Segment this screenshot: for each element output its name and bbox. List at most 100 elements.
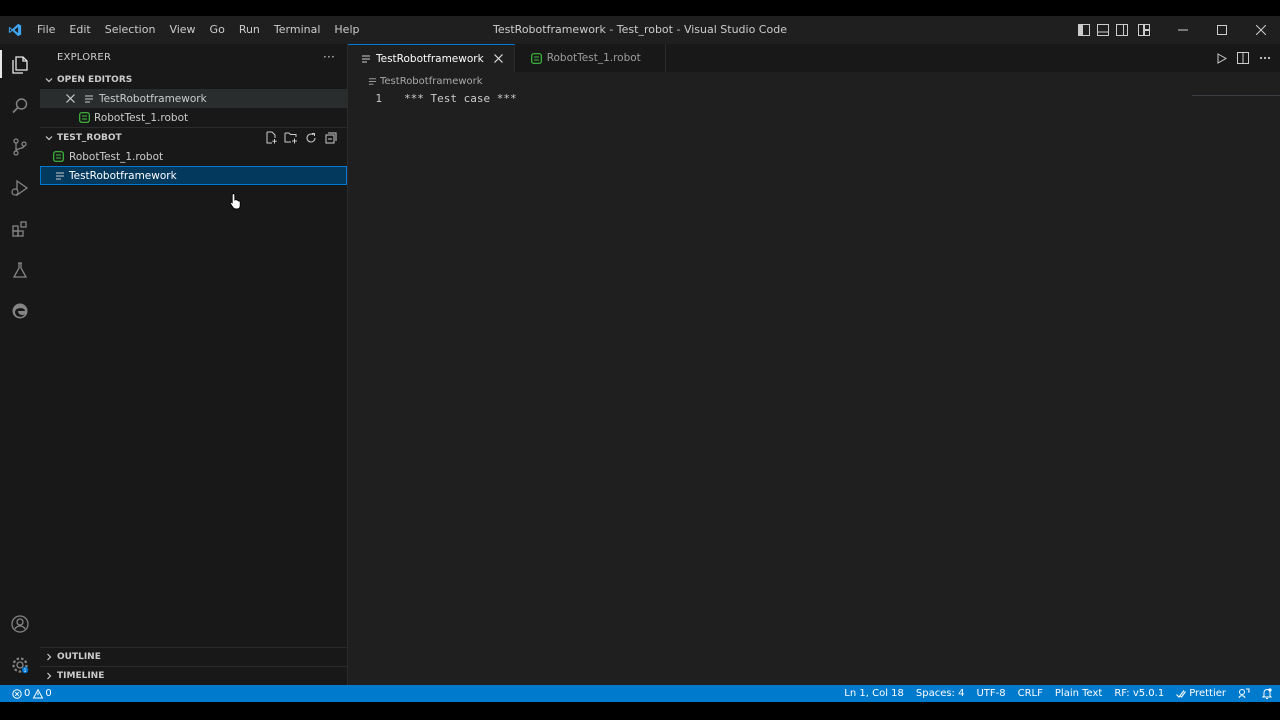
explorer-header: EXPLORER ··· [40, 44, 347, 70]
robot-file-icon [50, 149, 66, 165]
tab-robottest-1[interactable]: RobotTest_1.robot [514, 44, 666, 72]
open-editor-item[interactable]: RobotTest_1.robot [40, 108, 347, 127]
refresh-icon[interactable] [301, 129, 321, 146]
tab-testrobotframework[interactable]: TestRobotframework [348, 44, 515, 72]
search-icon[interactable] [0, 85, 40, 126]
menu-view[interactable]: View [162, 16, 202, 44]
source-control-icon[interactable] [0, 126, 40, 167]
folder-section-header[interactable]: TEST_ROBOT [40, 128, 347, 147]
accounts-icon[interactable] [0, 603, 40, 644]
open-editor-label: TestRobotframework [99, 92, 207, 105]
folder-title: TEST_ROBOT [57, 132, 122, 143]
menu-edit[interactable]: Edit [62, 16, 97, 44]
menu-run[interactable]: Run [232, 16, 267, 44]
minimap[interactable] [1192, 95, 1280, 96]
explorer-icon[interactable] [0, 44, 40, 85]
warning-icon [33, 688, 44, 698]
lines-file-icon [366, 73, 378, 89]
toggle-primary-sidebar-icon[interactable] [1074, 16, 1093, 44]
robot-file-icon [529, 50, 545, 66]
prettier-label: Prettier [1189, 688, 1226, 699]
outline-title: OUTLINE [57, 652, 101, 662]
testing-flask-icon[interactable] [0, 249, 40, 290]
warning-count: 0 [45, 688, 52, 699]
open-editors-section-header[interactable]: OPEN EDITORS [40, 70, 347, 89]
tab-label: RobotTest_1.robot [546, 52, 641, 64]
explorer-sidebar: EXPLORER ··· OPEN EDITORS TestRobotframe… [40, 44, 348, 685]
robot-framework-version[interactable]: RF: v5.0.1 [1108, 685, 1170, 702]
explorer-title: EXPLORER [57, 51, 112, 63]
end-of-line[interactable]: CRLF [1012, 685, 1049, 702]
folder-actions [261, 129, 341, 146]
breadcrumb-file[interactable]: TestRobotframework [380, 76, 483, 87]
customize-layout-icon[interactable] [1131, 16, 1157, 44]
double-check-icon [1176, 689, 1187, 698]
toggle-panel-icon[interactable] [1093, 16, 1112, 44]
toggle-secondary-sidebar-icon[interactable] [1112, 16, 1131, 44]
language-mode[interactable]: Plain Text [1049, 685, 1108, 702]
edge-devtools-icon[interactable] [0, 290, 40, 331]
title-bar: File Edit Selection View Go Run Terminal… [0, 16, 1280, 44]
lines-file-icon [358, 51, 374, 67]
new-file-icon[interactable] [261, 129, 281, 146]
menu-terminal[interactable]: Terminal [267, 16, 328, 44]
chevron-down-icon [40, 76, 57, 84]
prettier-status[interactable]: Prettier [1170, 685, 1232, 702]
chevron-right-icon [40, 653, 57, 661]
editor-area: TestRobotframework RobotTest_1.robot Tes… [348, 44, 1280, 685]
collapse-all-icon[interactable] [321, 129, 341, 146]
chevron-down-icon [40, 134, 57, 142]
indentation[interactable]: Spaces: 4 [910, 685, 971, 702]
timeline-section-header[interactable]: TIMELINE [40, 666, 347, 685]
more-actions-icon[interactable] [1254, 47, 1276, 69]
notifications-bell-icon[interactable] [1256, 685, 1280, 702]
status-right: Ln 1, Col 18 Spaces: 4 UTF-8 CRLF Plain … [838, 685, 1280, 702]
vscode-logo-icon [0, 16, 30, 44]
breadcrumb[interactable]: TestRobotframework [348, 72, 1280, 90]
activity-bar: 1 [0, 44, 40, 685]
menu-file[interactable]: File [30, 16, 62, 44]
editor-actions [1210, 44, 1280, 72]
editor-tabs: TestRobotframework RobotTest_1.robot [348, 44, 1280, 72]
menu-bar: File Edit Selection View Go Run Terminal… [30, 16, 366, 44]
maximize-icon[interactable] [1202, 16, 1241, 44]
menu-go[interactable]: Go [203, 16, 232, 44]
split-editor-icon[interactable] [1232, 47, 1254, 69]
extensions-icon[interactable] [0, 208, 40, 249]
title-bar-controls [1074, 16, 1280, 44]
outline-section-header[interactable]: OUTLINE [40, 647, 347, 666]
menu-help[interactable]: Help [327, 16, 366, 44]
feedback-icon[interactable] [1232, 685, 1256, 702]
problems-indicator[interactable]: 0 0 [10, 685, 54, 702]
encoding[interactable]: UTF-8 [970, 685, 1011, 702]
manage-gear-icon[interactable]: 1 [0, 644, 40, 685]
tab-label: TestRobotframework [376, 52, 484, 65]
vscode-window: File Edit Selection View Go Run Terminal… [0, 16, 1280, 702]
open-editor-item[interactable]: TestRobotframework [40, 89, 347, 108]
status-left: 0 0 [0, 685, 54, 702]
line-number: 1 [375, 91, 382, 105]
close-tab-icon[interactable] [492, 52, 506, 66]
line-text: *** Test case *** [404, 91, 517, 105]
error-icon [12, 688, 22, 699]
code-editor[interactable]: 1 *** Test case *** [348, 90, 1280, 650]
chevron-right-icon [40, 672, 57, 680]
new-folder-icon[interactable] [281, 129, 301, 146]
cursor-position[interactable]: Ln 1, Col 18 [838, 685, 910, 702]
svg-text:1: 1 [24, 668, 27, 674]
sidebar-bottom-sections: OUTLINE TIMELINE [40, 647, 347, 685]
file-tree-item[interactable]: RobotTest_1.robot [40, 147, 347, 166]
menu-selection[interactable]: Selection [98, 16, 163, 44]
error-count: 0 [24, 688, 31, 699]
lines-file-icon [81, 91, 97, 107]
code-line: 1 *** Test case *** [348, 90, 1280, 106]
run-and-debug-icon[interactable] [0, 167, 40, 208]
close-editor-icon[interactable] [62, 91, 78, 107]
run-icon[interactable] [1210, 47, 1232, 69]
more-actions-icon[interactable]: ··· [323, 50, 335, 64]
file-tree-item-selected[interactable]: TestRobotframework [40, 166, 347, 185]
robot-file-icon [76, 110, 92, 126]
close-window-icon[interactable] [1241, 16, 1280, 44]
minimize-icon[interactable] [1163, 16, 1202, 44]
open-editor-label: RobotTest_1.robot [94, 111, 189, 124]
